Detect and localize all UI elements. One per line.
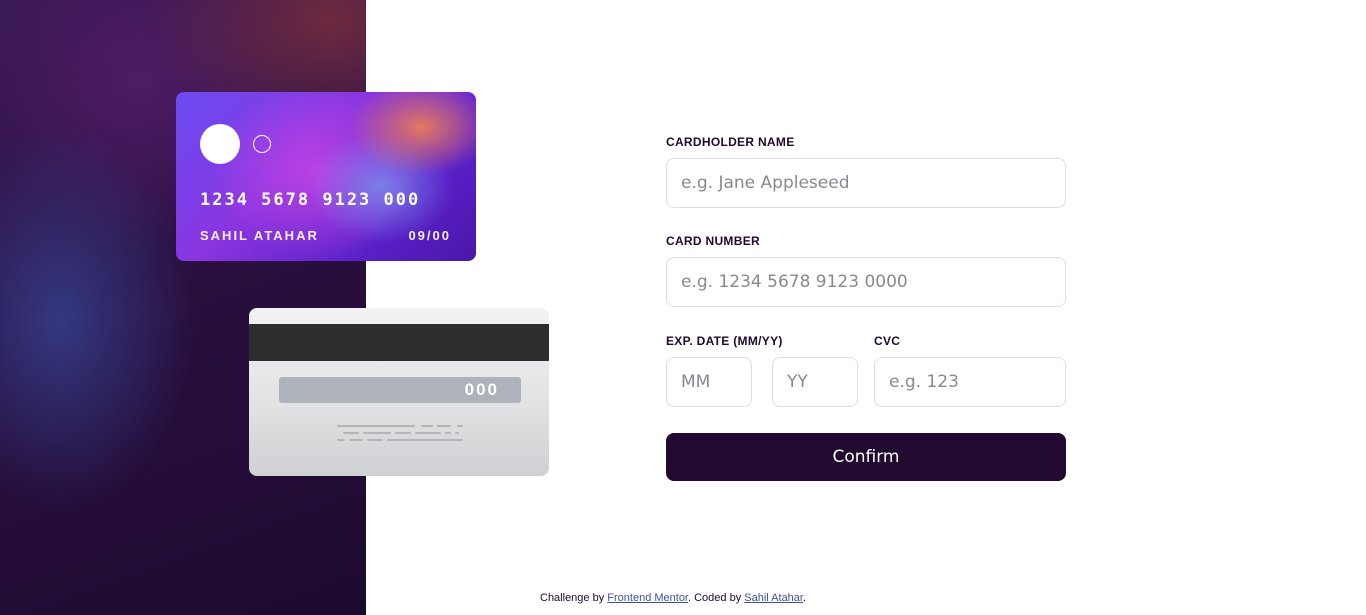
exp-date-label: EXP. DATE (MM/YY): [666, 334, 783, 348]
footer-prefix: Challenge by: [540, 592, 605, 604]
cardholder-name-label: CARDHOLDER NAME: [666, 135, 795, 149]
card-holder-display: SAHIL ATAHAR: [200, 228, 319, 243]
attribution-footer: Challenge by Frontend Mentor. Coded by S…: [540, 592, 806, 604]
card-back: 000: [249, 308, 549, 476]
magnetic-stripe: [249, 324, 549, 361]
frontend-mentor-link[interactable]: Frontend Mentor: [607, 592, 688, 604]
cardholder-name-input[interactable]: [666, 158, 1066, 208]
card-back-fine-print: [337, 425, 465, 446]
card-number-label: CARD NUMBER: [666, 234, 760, 248]
footer-middle: . Coded by: [688, 592, 742, 604]
footer-suffix: .: [802, 592, 807, 604]
author-link[interactable]: Sahil Atahar: [744, 592, 803, 604]
exp-year-input[interactable]: [772, 357, 858, 407]
card-expiry-display: 09/00: [408, 228, 451, 243]
card-logo-circle-large: [200, 124, 240, 164]
cvc-label: CVC: [874, 334, 901, 348]
cvc-input[interactable]: [874, 357, 1066, 407]
card-cvc-display: 000: [464, 380, 499, 399]
exp-month-input[interactable]: [666, 357, 752, 407]
card-number-display: 1234 5678 9123 000: [200, 190, 421, 210]
card-front: 1234 5678 9123 000 SAHIL ATAHAR 09/00: [176, 92, 476, 261]
card-logo-circle-small: [253, 135, 271, 153]
confirm-button[interactable]: Confirm: [666, 433, 1066, 481]
card-number-input[interactable]: [666, 257, 1066, 307]
signature-strip: 000: [279, 377, 521, 403]
